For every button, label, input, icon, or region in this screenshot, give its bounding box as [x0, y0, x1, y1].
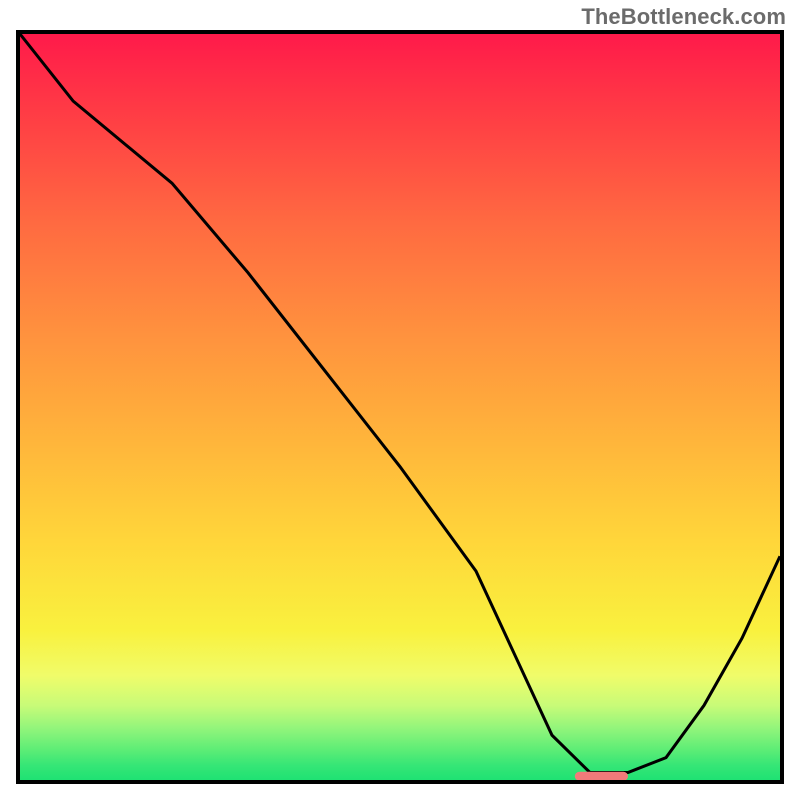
stage: TheBottleneck.com	[0, 0, 800, 800]
chart-svg	[20, 34, 780, 780]
optimal-range-marker	[575, 772, 628, 780]
watermark-text: TheBottleneck.com	[581, 4, 786, 30]
bottleneck-curve	[20, 34, 780, 773]
plot-frame	[16, 30, 784, 784]
